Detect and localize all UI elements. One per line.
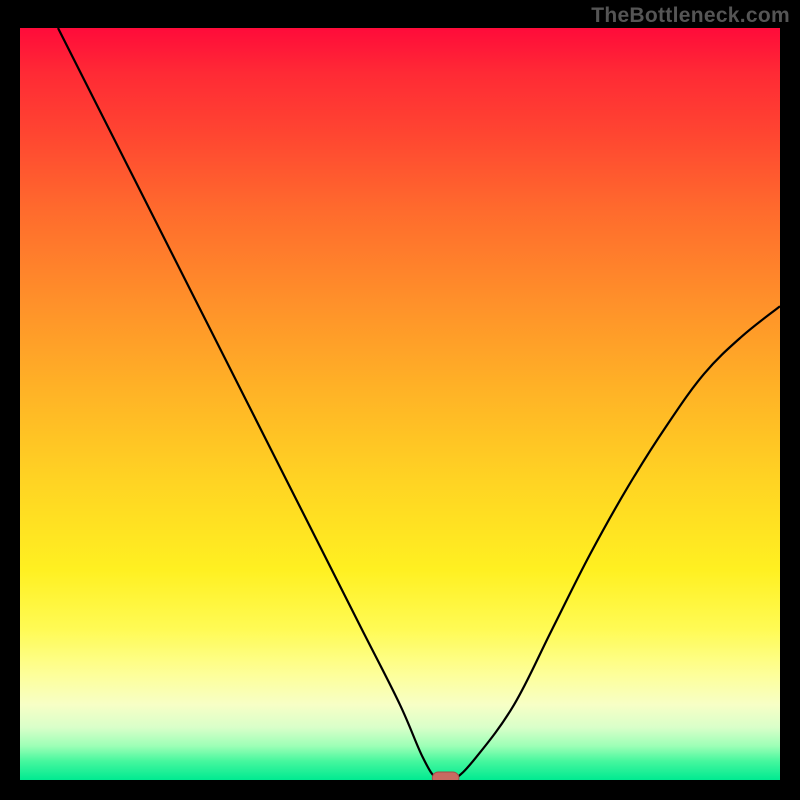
chart-frame: TheBottleneck.com <box>0 0 800 800</box>
plot-area <box>20 28 780 780</box>
optimum-marker <box>432 772 459 780</box>
bottleneck-curve <box>20 28 780 780</box>
v-curve-path <box>58 28 780 780</box>
watermark-text: TheBottleneck.com <box>591 4 790 28</box>
